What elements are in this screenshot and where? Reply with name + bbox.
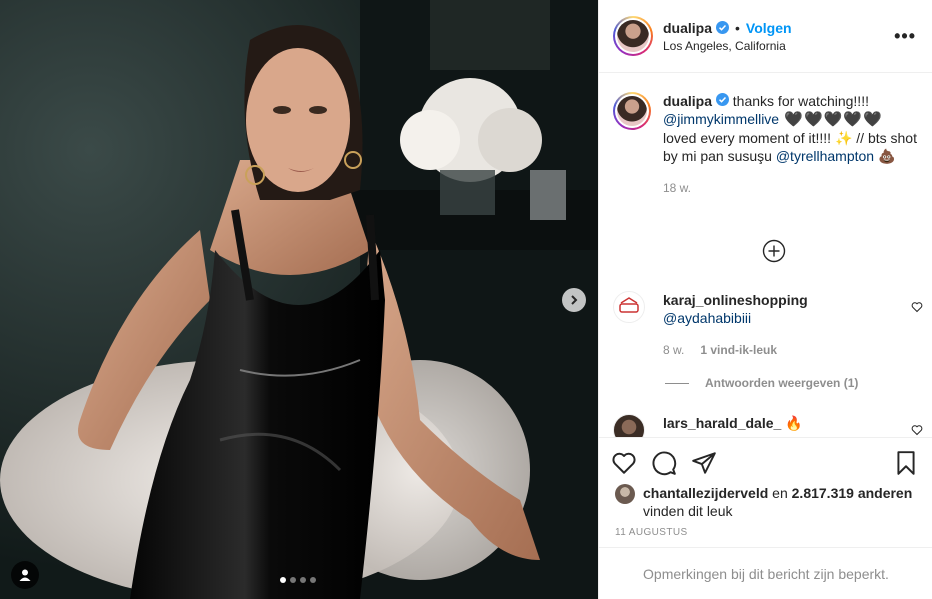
comment-age[interactable]: 8 w. xyxy=(663,341,684,359)
avatar xyxy=(617,20,649,52)
replies-divider xyxy=(665,382,689,384)
post-caption: dualipa thanks for watching!!!! @jimmyki… xyxy=(613,92,923,197)
verified-badge-icon xyxy=(716,21,730,34)
post-photo[interactable] xyxy=(0,0,598,599)
heart-icon[interactable] xyxy=(611,450,637,476)
header-username[interactable]: dualipa xyxy=(663,20,712,36)
header-separator: • xyxy=(735,19,740,36)
carousel-dot xyxy=(290,577,296,583)
carousel-dot xyxy=(310,577,316,583)
likes-suffix: vinden dit leuk xyxy=(643,503,733,519)
caption-avatar[interactable] xyxy=(613,92,651,130)
load-more-icon[interactable] xyxy=(762,239,786,263)
comment-username[interactable]: karaj_onlineshopping xyxy=(663,291,923,309)
liker-username[interactable]: chantallezijderveld xyxy=(643,485,768,501)
mention-link[interactable]: @jimmykimmellive xyxy=(663,111,779,127)
save-icon[interactable] xyxy=(893,450,919,476)
story-ring-avatar[interactable] xyxy=(613,16,653,56)
heart-icon[interactable] xyxy=(911,301,923,313)
action-bar xyxy=(599,437,932,487)
post-side-panel: dualipa • Volgen Los Angeles, California… xyxy=(598,0,932,599)
verified-badge-icon xyxy=(715,93,729,106)
share-icon[interactable] xyxy=(691,450,717,476)
heart-icon[interactable] xyxy=(911,424,923,436)
comment-icon[interactable] xyxy=(651,450,677,476)
more-options-icon[interactable]: ••• xyxy=(894,26,916,47)
comments-section[interactable]: dualipa thanks for watching!!!! @jimmyki… xyxy=(599,73,932,437)
user-tags-icon xyxy=(19,569,31,581)
commenter-avatar[interactable] xyxy=(613,414,645,437)
comment-mention[interactable]: @aydahabibiii xyxy=(663,309,923,327)
location-link[interactable]: Los Angeles, California xyxy=(663,39,894,53)
user-tags-button[interactable] xyxy=(11,561,39,589)
caption-username[interactable]: dualipa xyxy=(663,93,712,109)
caption-age[interactable]: 18 w. xyxy=(663,179,921,197)
comment-item: karaj_onlineshopping @aydahabibiii 8 w. … xyxy=(613,291,923,359)
mention-link[interactable]: @tyrellhampton xyxy=(776,148,874,164)
comment-username[interactable]: lars_harald_dale_ xyxy=(663,415,781,431)
carousel-dot xyxy=(300,577,306,583)
post-date[interactable]: 11 AUGUSTUS xyxy=(615,527,688,538)
next-arrow-icon xyxy=(571,295,578,305)
carousel-indicator xyxy=(280,577,316,583)
caption-emoji: 💩 xyxy=(874,148,896,164)
view-replies-button[interactable]: Antwoorden weergeven (1) xyxy=(665,376,858,390)
comment-text: 🔥 xyxy=(781,415,803,431)
post-header: dualipa • Volgen Los Angeles, California… xyxy=(599,0,932,73)
instagram-post: dualipa • Volgen Los Angeles, California… xyxy=(0,0,932,599)
comments-limited-notice: Opmerkingen bij dit bericht zijn beperkt… xyxy=(599,547,932,599)
follow-button[interactable]: Volgen xyxy=(746,20,792,36)
view-replies-label: Antwoorden weergeven (1) xyxy=(705,376,859,390)
carousel-dot xyxy=(280,577,286,583)
commenter-avatar[interactable] xyxy=(613,291,645,323)
likes-conjunction: en xyxy=(768,485,792,501)
caption-hearts: 🖤🖤🖤🖤🖤 xyxy=(779,111,883,128)
likes-summary: chantallezijderveld en 2.817.319 anderen… xyxy=(615,484,925,520)
comment-likes[interactable]: 1 vind-ik-leuk xyxy=(700,341,777,359)
photo-illustration xyxy=(0,0,598,599)
likes-count[interactable]: 2.817.319 anderen xyxy=(792,485,913,501)
avatar xyxy=(617,96,647,126)
carousel-next-button[interactable] xyxy=(562,288,586,312)
liker-avatar[interactable] xyxy=(615,484,635,504)
caption-text-1: thanks for watching!!!! xyxy=(728,93,869,109)
shop-logo-icon xyxy=(619,297,639,313)
comment-item: lars_harald_dale_ 🔥 xyxy=(613,414,923,437)
